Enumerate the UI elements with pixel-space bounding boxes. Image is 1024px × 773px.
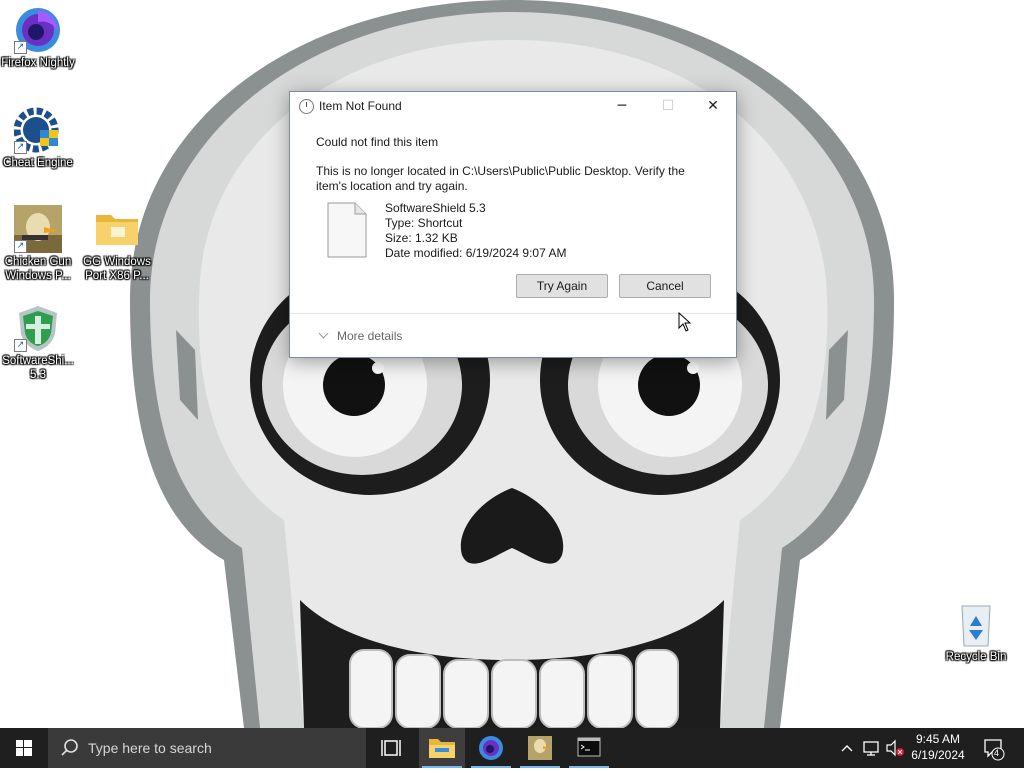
chicken-gun-icon	[528, 736, 552, 760]
action-center-button[interactable]: 4	[980, 728, 1010, 768]
windows-logo-icon	[16, 740, 32, 756]
taskbar-clock[interactable]: 9:45 AM 6/19/2024	[900, 731, 976, 763]
cheat-engine-icon: ↗	[13, 106, 62, 154]
clock-icon	[299, 99, 314, 114]
firefox-nightly-icon	[479, 736, 503, 760]
try-again-button[interactable]: Try Again	[516, 274, 608, 298]
chevron-up-icon	[841, 745, 853, 752]
more-details-toggle[interactable]: More details	[318, 328, 403, 343]
dialog-heading: Could not find this item	[316, 135, 439, 149]
softwareshield-icon: ↗	[14, 304, 62, 352]
firefox-nightly-icon: ↗	[14, 6, 62, 54]
taskbar-firefox-nightly[interactable]	[468, 728, 514, 768]
minimize-button[interactable]: ─	[599, 92, 645, 120]
desktop-icon-chicken-gun[interactable]: ↗ Chicken Gun Windows P...	[0, 205, 76, 283]
dialog-message: This is no longer located in C:\Users\Pu…	[316, 164, 685, 193]
shortcut-arrow-icon: ↗	[14, 41, 27, 54]
clock-date: 6/19/2024	[911, 748, 965, 762]
desktop-icon-label: GG Windows Port X86 P...	[83, 256, 151, 282]
desktop-icon-recycle-bin[interactable]: Recycle Bin	[938, 600, 1014, 664]
taskbar-chicken-gun[interactable]	[517, 728, 563, 768]
terminal-icon	[577, 737, 601, 757]
shortcut-arrow-icon: ↗	[14, 141, 27, 154]
taskbar-terminal[interactable]	[566, 728, 612, 768]
mouse-cursor-icon	[678, 312, 692, 332]
dialog-titlebar[interactable]: Item Not Found ─ ☐ ✕	[290, 92, 736, 120]
more-details-label: More details	[337, 329, 403, 343]
notification-count: 4	[994, 748, 1000, 758]
dialog-separator	[290, 313, 736, 314]
desktop-icon-cheat-engine[interactable]: ↗ Cheat Engine	[0, 106, 76, 170]
task-view-icon	[381, 740, 401, 756]
desktop-icon-label: Recycle Bin	[945, 651, 1007, 663]
maximize-button: ☐	[661, 98, 675, 114]
cancel-button[interactable]: Cancel	[619, 274, 711, 298]
clock-time: 9:45 AM	[915, 732, 961, 746]
network-icon	[863, 741, 879, 756]
file-explorer-icon	[429, 739, 455, 758]
network-button[interactable]	[859, 728, 883, 768]
desktop-icon-label: Cheat Engine	[3, 157, 73, 169]
item-not-found-dialog: Item Not Found ─ ☐ ✕ Could not find this…	[289, 91, 737, 358]
taskbar-search-box[interactable]: Type here to search	[48, 728, 366, 768]
search-icon	[61, 739, 78, 756]
desktop-icon-softwareshield[interactable]: ↗ SoftwareShi... 5.3	[0, 304, 76, 382]
search-placeholder: Type here to search	[88, 740, 212, 756]
taskbar-file-explorer[interactable]	[419, 728, 465, 768]
start-button[interactable]	[0, 728, 48, 768]
folder-icon	[93, 205, 141, 253]
chevron-down-icon	[318, 328, 329, 339]
file-type: Type: Shortcut	[385, 216, 463, 230]
shortcut-arrow-icon: ↗	[14, 240, 27, 253]
show-hidden-icons-button[interactable]	[835, 728, 859, 768]
desktop-icon-gg-windows-port[interactable]: GG Windows Port X86 P...	[79, 205, 155, 283]
dialog-title: Item Not Found	[319, 99, 402, 113]
desktop-icon-label: Chicken Gun Windows P...	[4, 256, 72, 282]
file-icon	[327, 202, 367, 258]
desktop-icon-label: SoftwareShi... 5.3	[2, 355, 74, 381]
taskbar: Type here to search 9:45 AM 6/19/2024 4	[0, 728, 1024, 768]
file-size: Size: 1.32 KB	[385, 231, 458, 245]
desktop-icon-label: Firefox Nightly	[1, 57, 75, 69]
file-name: SoftwareShield 5.3	[385, 201, 486, 215]
task-view-button[interactable]	[369, 728, 415, 768]
desktop-icon-firefox-nightly[interactable]: ↗ Firefox Nightly	[0, 6, 76, 70]
file-date-modified: Date modified: 6/19/2024 9:07 AM	[385, 246, 567, 260]
shortcut-arrow-icon: ↗	[14, 339, 27, 352]
close-button[interactable]: ✕	[690, 92, 736, 120]
chicken-gun-icon: ↗	[14, 205, 62, 253]
recycle-bin-icon	[952, 600, 1000, 648]
file-details: SoftwareShield 5.3 Type: Shortcut Size: …	[385, 201, 566, 261]
